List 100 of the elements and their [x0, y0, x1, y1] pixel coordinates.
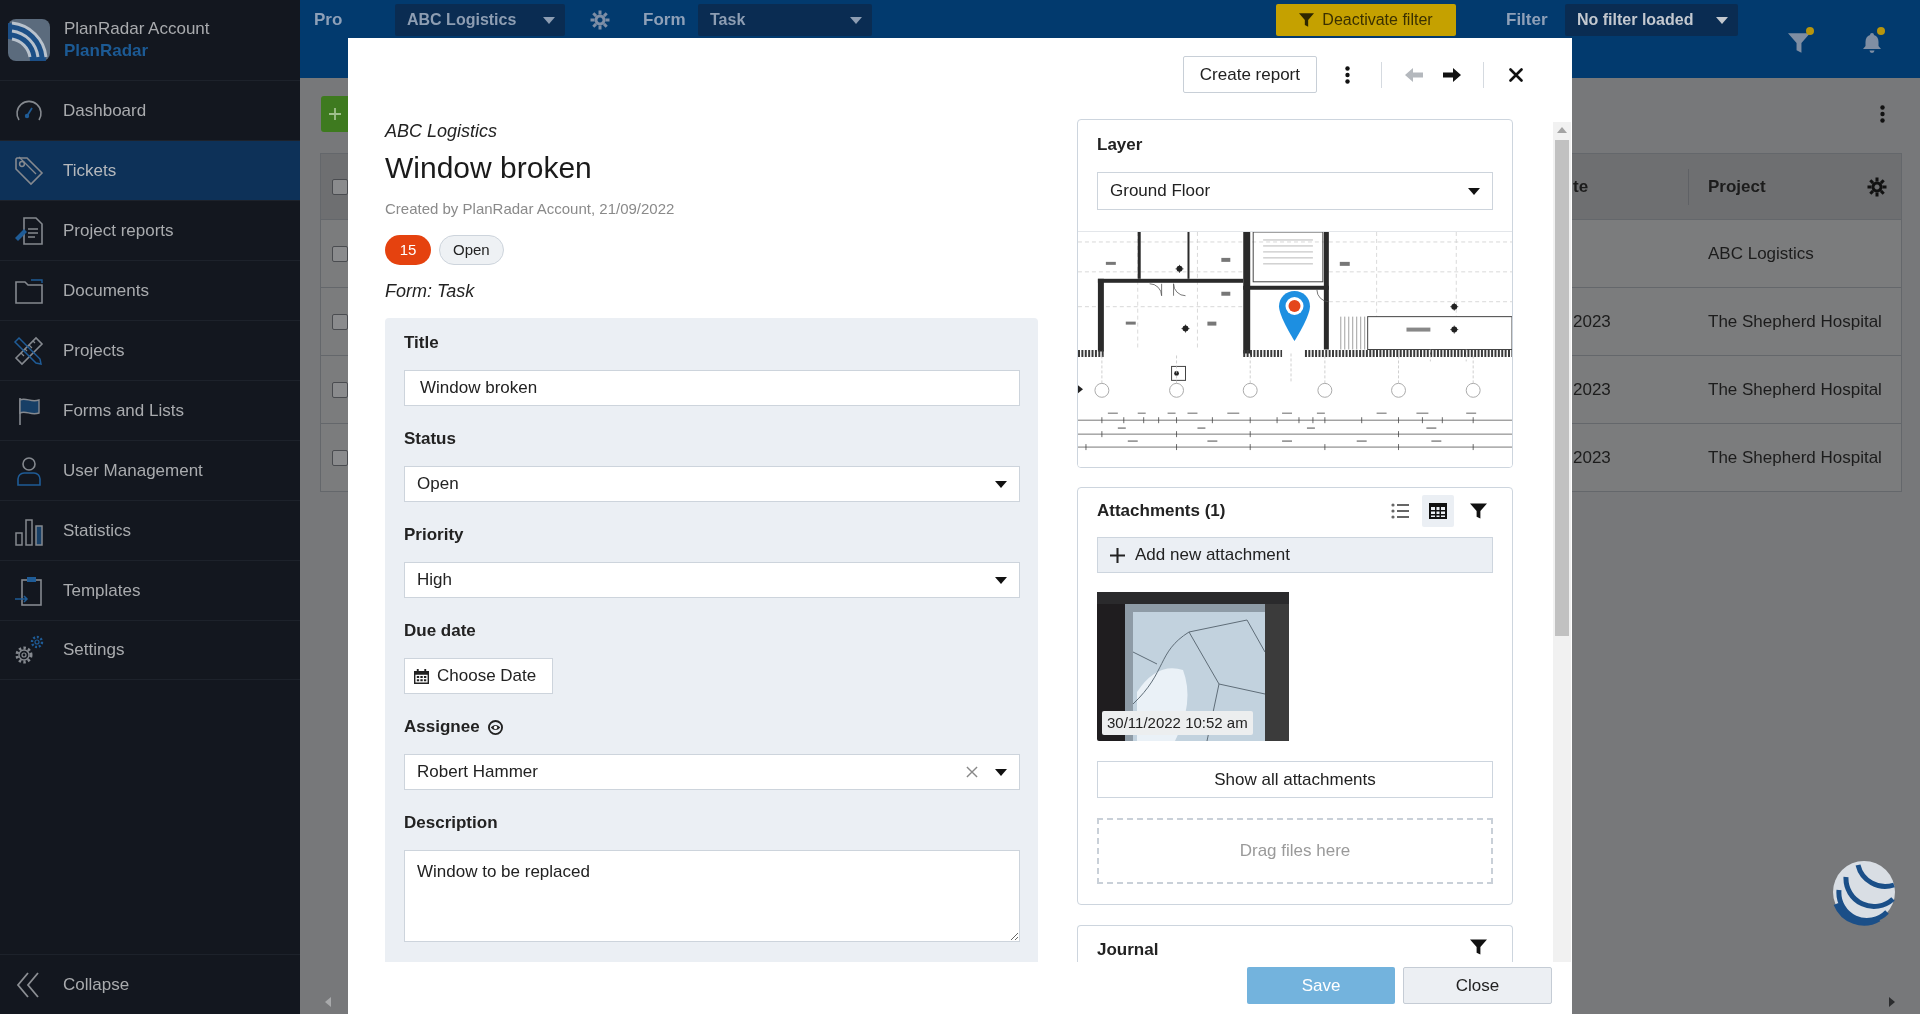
arrow-right-icon[interactable]: [1443, 67, 1461, 82]
caret-icon: [1468, 187, 1480, 195]
clipboard-icon: [13, 574, 45, 607]
grid-icon: [1429, 503, 1447, 519]
scrollbar-thumb[interactable]: [1555, 140, 1569, 636]
checkbox[interactable]: [332, 313, 348, 330]
header-dropdown[interactable]: ABC Logistics: [395, 4, 565, 36]
header-label: Pro: [314, 10, 343, 29]
text-field[interactable]: Window broken: [404, 370, 1020, 406]
close-icon[interactable]: [1509, 67, 1523, 82]
document-icon: [13, 214, 45, 247]
scroll-right-icon[interactable]: [1889, 997, 1895, 1007]
caret-icon: [1716, 16, 1728, 24]
notification-dot-icon: [1806, 27, 1814, 35]
floor-plan-drawing[interactable]: [1078, 232, 1512, 467]
caret-icon: [995, 576, 1007, 584]
caret-icon: [850, 16, 862, 24]
ruler-pencil-icon: [13, 334, 45, 367]
field-label: Status: [404, 428, 456, 450]
sidebar-item[interactable]: Documents: [0, 260, 300, 320]
table-cell-text: The Shepherd Hospital: [1708, 310, 1882, 333]
sidebar-item[interactable]: Statistics: [0, 500, 300, 560]
deactivate-filter-button[interactable]: Deactivate filter: [1276, 4, 1456, 36]
sidebar-item[interactable]: Forms and Lists: [0, 380, 300, 440]
checkbox[interactable]: [332, 178, 348, 195]
table-cell-text: The Shepherd Hospital: [1708, 378, 1882, 401]
sidebar-item[interactable]: Project reports: [0, 200, 300, 260]
sidebar-item[interactable]: Templates: [0, 560, 300, 620]
gear-icon[interactable]: [590, 10, 610, 30]
header-dropdown[interactable]: Task: [698, 4, 872, 36]
eye-icon[interactable]: [487, 719, 503, 735]
scroll-left-icon[interactable]: [325, 997, 331, 1007]
panel-title: Attachments (1): [1097, 500, 1226, 522]
dropdown-field[interactable]: Ground Floor: [1097, 172, 1493, 210]
dropdown-field[interactable]: Open: [404, 466, 1020, 502]
gear-icon[interactable]: [1867, 176, 1887, 197]
text-area[interactable]: Window to be replaced: [404, 850, 1020, 942]
field-label: Priority: [404, 524, 464, 546]
sidebar-item[interactable]: Projects: [0, 320, 300, 380]
project-name: ABC Logistics: [385, 120, 499, 143]
add-attachment-button[interactable]: Add new attachment: [1097, 537, 1493, 573]
sidebar-item[interactable]: Tickets: [0, 140, 300, 200]
caret-icon: [543, 16, 555, 24]
table-cell: 2023: [1573, 311, 1611, 331]
panel-title: Journal: [1097, 939, 1159, 961]
field-label: Assignee: [404, 716, 480, 738]
field-label: Due date: [404, 620, 476, 642]
map-pin-icon[interactable]: [1278, 290, 1311, 342]
close-button[interactable]: Close: [1403, 967, 1552, 1004]
double-chevron-icon: [16, 971, 40, 998]
number-badge: 15: [385, 235, 431, 265]
checkbox[interactable]: [332, 245, 348, 262]
form-name: Form: Task: [385, 280, 476, 303]
notification-dot-icon: [1877, 27, 1885, 35]
add-button[interactable]: [321, 96, 348, 132]
account-name: PlanRadar Account: [64, 18, 210, 40]
plus-icon: [328, 108, 341, 120]
kebab-menu-icon[interactable]: [1345, 65, 1350, 84]
list-icon: [1391, 503, 1409, 519]
caret-icon: [995, 480, 1007, 488]
settings-icon: [13, 634, 45, 666]
photo-placeholder[interactable]: [1097, 592, 1289, 741]
created-info: Created by PlanRadar Account, 21/09/2022: [385, 199, 676, 219]
checkbox[interactable]: [332, 449, 348, 466]
date-button[interactable]: Choose Date: [404, 658, 553, 694]
app-logo-icon: [8, 19, 50, 61]
sidebar-item[interactable]: Settings: [0, 620, 300, 680]
clear-icon[interactable]: [966, 766, 978, 778]
photo-timestamp: 30/11/2022 10:52 am: [1102, 711, 1253, 735]
table-cell: 2023: [1573, 379, 1611, 399]
field-label: Description: [404, 812, 498, 834]
calendar-icon: [414, 668, 429, 684]
view-toggle-button[interactable]: [1422, 495, 1454, 527]
table-cell: 2023: [1573, 447, 1611, 467]
header-label: Filter: [1506, 10, 1548, 29]
create-report-button[interactable]: Create report: [1182, 56, 1317, 93]
vertical-scrollbar[interactable]: [1553, 122, 1571, 962]
scroll-up-icon[interactable]: [1557, 127, 1567, 133]
header-dropdown[interactable]: No filter loaded: [1565, 4, 1738, 36]
plus-icon: [1110, 547, 1125, 563]
collapse-button[interactable]: Collapse: [0, 954, 300, 1014]
table-cell-text: ABC Logistics: [1708, 242, 1814, 265]
tag-icon: [13, 154, 45, 187]
header-label: Form: [643, 10, 686, 29]
show-all-button[interactable]: Show all attachments: [1097, 761, 1493, 798]
panel-title: Layer: [1097, 135, 1143, 154]
status-badge: Open: [439, 235, 504, 265]
filter-icon[interactable]: [1470, 939, 1487, 955]
ticket-title: Window broken: [385, 150, 593, 186]
dropdown-field[interactable]: Robert Hammer: [404, 754, 1020, 790]
checkbox[interactable]: [332, 381, 348, 398]
filter-icon[interactable]: [1470, 503, 1487, 519]
sidebar-item[interactable]: User Management: [0, 440, 300, 500]
table-cell-text: The Shepherd Hospital: [1708, 446, 1882, 469]
filter-icon: [1299, 13, 1315, 27]
bell-icon[interactable]: [1863, 32, 1881, 53]
brand-name: PlanRadar: [64, 40, 150, 62]
dropdown-field[interactable]: High: [404, 562, 1020, 598]
caret-icon: [995, 768, 1007, 776]
field-label: Title: [404, 332, 439, 354]
